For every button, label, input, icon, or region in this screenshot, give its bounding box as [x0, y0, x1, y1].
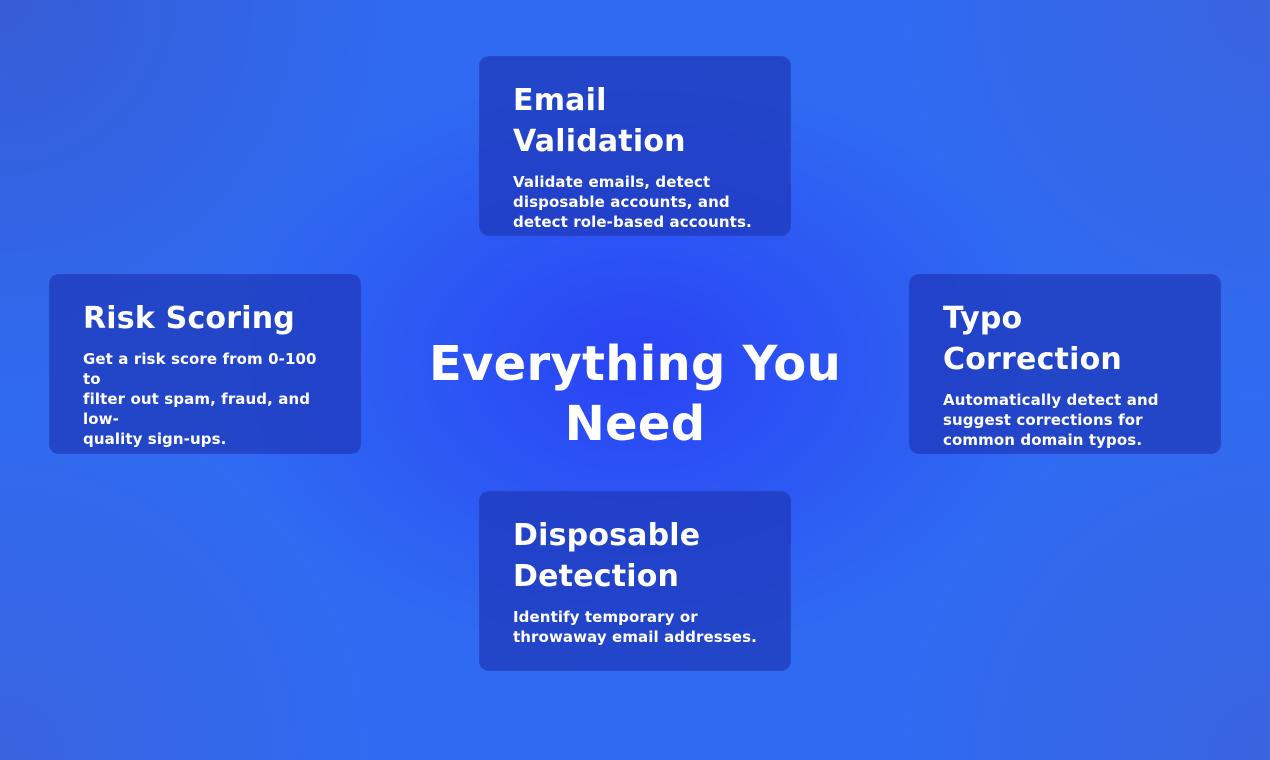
feature-card-description: Get a risk score from 0-100 to filter ou…: [83, 350, 317, 448]
feature-card-description: Identify temporary or throwaway email ad…: [513, 608, 757, 646]
feature-card-title: Risk Scoring: [83, 301, 295, 336]
feature-card-description: Automatically detect and suggest correct…: [943, 391, 1159, 449]
features-section: Email Validation Validate emails, detect…: [0, 0, 1270, 760]
feature-card-title: Typo Correction: [943, 301, 1122, 377]
feature-card-title: Disposable Detection: [513, 518, 701, 594]
feature-card-description: Validate emails, detect disposable accou…: [513, 173, 752, 231]
feature-card-disposable-detection: Disposable Detection Identify temporary …: [479, 491, 791, 671]
feature-card-risk-scoring: Risk Scoring Get a risk score from 0-100…: [49, 274, 361, 454]
feature-card-typo-correction: Typo Correction Automatically detect and…: [909, 274, 1221, 454]
feature-card-title: Email Validation: [513, 83, 686, 159]
section-heading: Everything You Need: [428, 336, 842, 452]
feature-card-email-validation: Email Validation Validate emails, detect…: [479, 56, 791, 236]
